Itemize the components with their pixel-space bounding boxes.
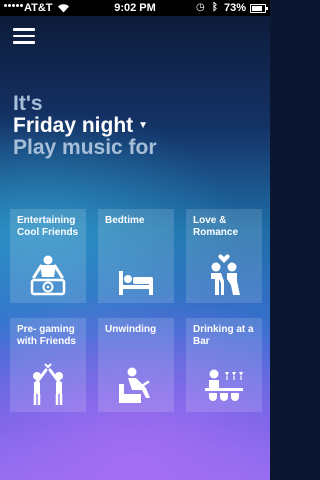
alarm-clock-icon: ◷ xyxy=(196,2,205,13)
time-context-dropdown[interactable]: Friday night ▼ xyxy=(13,115,157,137)
activity-label: Love & Romance xyxy=(193,215,239,238)
activity-tile-drinking-bar[interactable]: Drinking at a Bar xyxy=(186,318,262,412)
battery-icon xyxy=(250,4,268,13)
chevron-down-icon: ▼ xyxy=(138,120,149,132)
hamburger-menu-icon[interactable] xyxy=(13,28,35,44)
couple-kiss-icon xyxy=(211,254,240,295)
heading-prompt: Play music for xyxy=(13,136,157,160)
activity-label: Entertaining Cool Friends xyxy=(17,215,79,238)
activity-label: Unwinding xyxy=(105,324,157,335)
heading-prefix: It's xyxy=(13,92,43,115)
status-bar: AT&T 9:02 PM ◷ ᛒ 73% xyxy=(0,0,270,16)
activity-label: Drinking at a Bar xyxy=(193,324,254,347)
activity-tile-unwinding[interactable]: Unwinding xyxy=(98,318,174,412)
dj-turntable-icon xyxy=(30,255,66,296)
activity-tile-love-romance[interactable]: Love & Romance xyxy=(186,209,262,303)
armchair-relax-icon xyxy=(119,367,150,403)
activity-grid: Entertaining Cool Friends Bedtime Love &… xyxy=(10,209,262,412)
activity-tile-pregaming[interactable]: Pre- gaming with Friends xyxy=(10,318,86,412)
toast-cheers-icon xyxy=(33,363,63,405)
app-screen: AT&T 9:02 PM ◷ ᛒ 73% It's Friday night ▼ … xyxy=(0,0,270,480)
bluetooth-icon: ᛒ xyxy=(212,2,218,13)
time-context-label: Friday night xyxy=(13,114,134,137)
bar-counter-icon xyxy=(205,369,243,401)
activity-tile-entertaining[interactable]: Entertaining Cool Friends xyxy=(10,209,86,303)
activity-label: Pre- gaming with Friends xyxy=(17,324,76,347)
bed-icon xyxy=(119,271,153,295)
activity-tile-bedtime[interactable]: Bedtime xyxy=(98,209,174,303)
context-heading: It's Friday night ▼ Play music for xyxy=(13,93,157,159)
battery-percent: 73% xyxy=(224,2,247,14)
activity-label: Bedtime xyxy=(105,215,145,226)
